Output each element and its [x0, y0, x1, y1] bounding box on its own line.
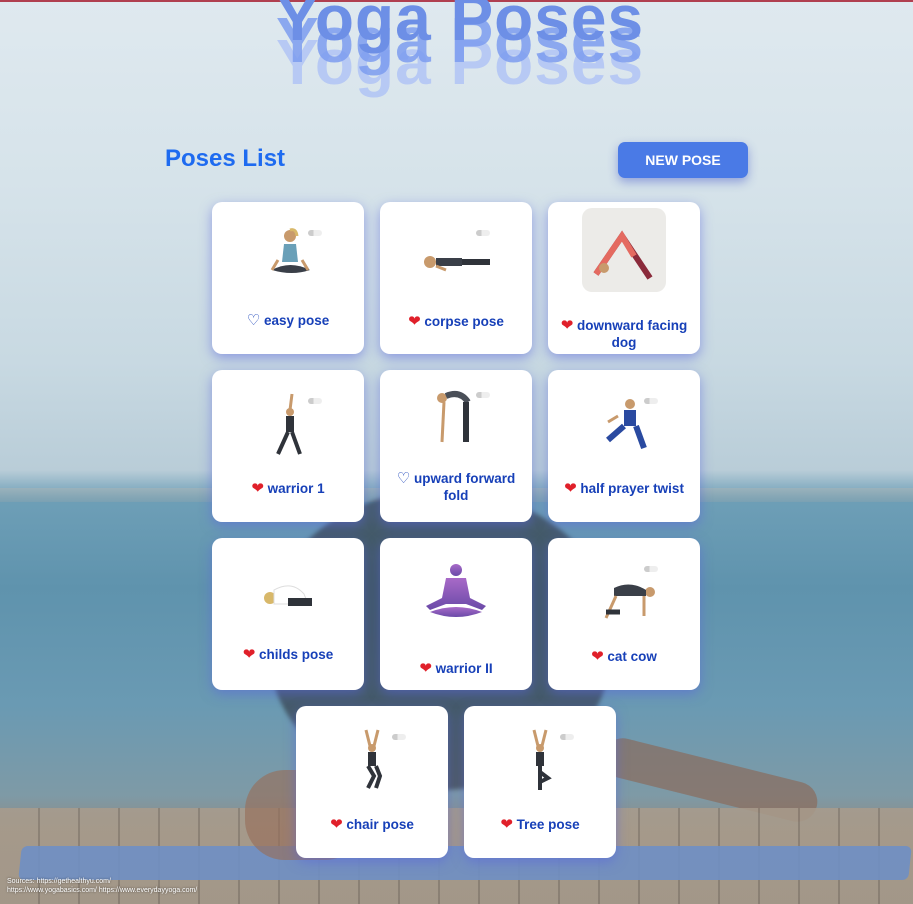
- poses-list-heading: Poses List: [165, 145, 286, 172]
- pose-label: ❤ half prayer twist: [554, 480, 694, 497]
- pose-card-chair-pose[interactable]: ❤ chair pose: [296, 706, 448, 858]
- pose-label: ❤ corpse pose: [386, 313, 526, 330]
- image-dot-icon: [308, 398, 322, 404]
- image-dot-icon: [644, 398, 658, 404]
- pose-name: upward forward fold: [413, 471, 516, 503]
- image-dot-icon: [644, 566, 658, 572]
- pose-name: childs pose: [259, 647, 334, 662]
- meditation-silhouette-image: [426, 564, 486, 617]
- pose-card-corpse-pose[interactable]: ❤ corpse pose: [380, 202, 532, 354]
- pose-card-warrior-1[interactable]: ❤ warrior 1: [212, 370, 364, 522]
- pose-label: ❤ childs pose: [218, 646, 358, 663]
- pose-name: downward facing dog: [577, 318, 688, 350]
- title-main: Yoga Poses: [275, 0, 645, 54]
- pose-name: corpse pose: [424, 314, 504, 329]
- pose-label: ❤ Tree pose: [470, 816, 610, 833]
- pose-name: easy pose: [263, 313, 330, 328]
- heart-filled-icon[interactable]: ❤: [330, 816, 343, 833]
- pose-name: half prayer twist: [580, 481, 684, 496]
- heart-filled-icon[interactable]: ❤: [500, 816, 513, 833]
- pose-card-warrior-ii[interactable]: ❤ warrior II: [380, 538, 532, 690]
- pose-label: ♡ upward forward fold: [386, 470, 526, 504]
- sources-credits: Sources: https://gethealthyu.com/ https:…: [7, 877, 197, 895]
- pose-card-tree-pose[interactable]: ❤ Tree pose: [464, 706, 616, 858]
- downward-dog-image: [582, 208, 666, 292]
- heart-outline-icon[interactable]: ♡: [397, 470, 410, 487]
- page-title: Yoga Poses Yoga Poses Yoga Poses: [250, 0, 670, 101]
- pose-card-half-prayer-twist[interactable]: ❤ half prayer twist: [548, 370, 700, 522]
- pose-name: cat cow: [607, 649, 657, 664]
- pose-card-childs-pose[interactable]: ❤ childs pose: [212, 538, 364, 690]
- pose-name: warrior II: [435, 661, 493, 676]
- sources-line-2: https://www.yogabasics.com/ https://www.…: [7, 887, 198, 894]
- childs-pose-image: [264, 585, 312, 606]
- pose-label: ❤ chair pose: [302, 816, 442, 833]
- heart-filled-icon[interactable]: ❤: [251, 480, 264, 497]
- pose-name: warrior 1: [267, 481, 325, 496]
- heart-filled-icon[interactable]: ❤: [243, 646, 256, 663]
- heart-filled-icon[interactable]: ❤: [591, 648, 604, 665]
- image-dot-icon: [560, 734, 574, 740]
- pose-card-upward-forward-fold[interactable]: ♡ upward forward fold: [380, 370, 532, 522]
- new-pose-button[interactable]: NEW POSE: [618, 142, 748, 178]
- pose-card-downward-facing-dog[interactable]: ❤ downward facing dog: [548, 202, 700, 354]
- pose-name: Tree pose: [516, 817, 580, 832]
- pose-card-cat-cow[interactable]: ❤ cat cow: [548, 538, 700, 690]
- pose-label: ❤ warrior II: [386, 660, 526, 677]
- sources-line-1: Sources: https://gethealthyu.com/: [7, 878, 111, 885]
- heart-filled-icon[interactable]: ❤: [561, 317, 574, 334]
- heart-filled-icon[interactable]: ❤: [408, 313, 421, 330]
- image-dot-icon: [476, 392, 490, 398]
- pose-card-easy-pose[interactable]: ♡ easy pose: [212, 202, 364, 354]
- heart-filled-icon[interactable]: ❤: [564, 480, 577, 497]
- image-dot-icon: [392, 734, 406, 740]
- heart-outline-icon[interactable]: ♡: [247, 312, 260, 329]
- pose-label: ♡ easy pose: [218, 312, 358, 329]
- image-dot-icon: [308, 230, 322, 236]
- pose-name: chair pose: [346, 817, 414, 832]
- image-dot-icon: [476, 230, 490, 236]
- pose-label: ❤ downward facing dog: [554, 317, 694, 351]
- heart-filled-icon[interactable]: ❤: [419, 660, 432, 677]
- pose-label: ❤ warrior 1: [218, 480, 358, 497]
- pose-label: ❤ cat cow: [554, 648, 694, 665]
